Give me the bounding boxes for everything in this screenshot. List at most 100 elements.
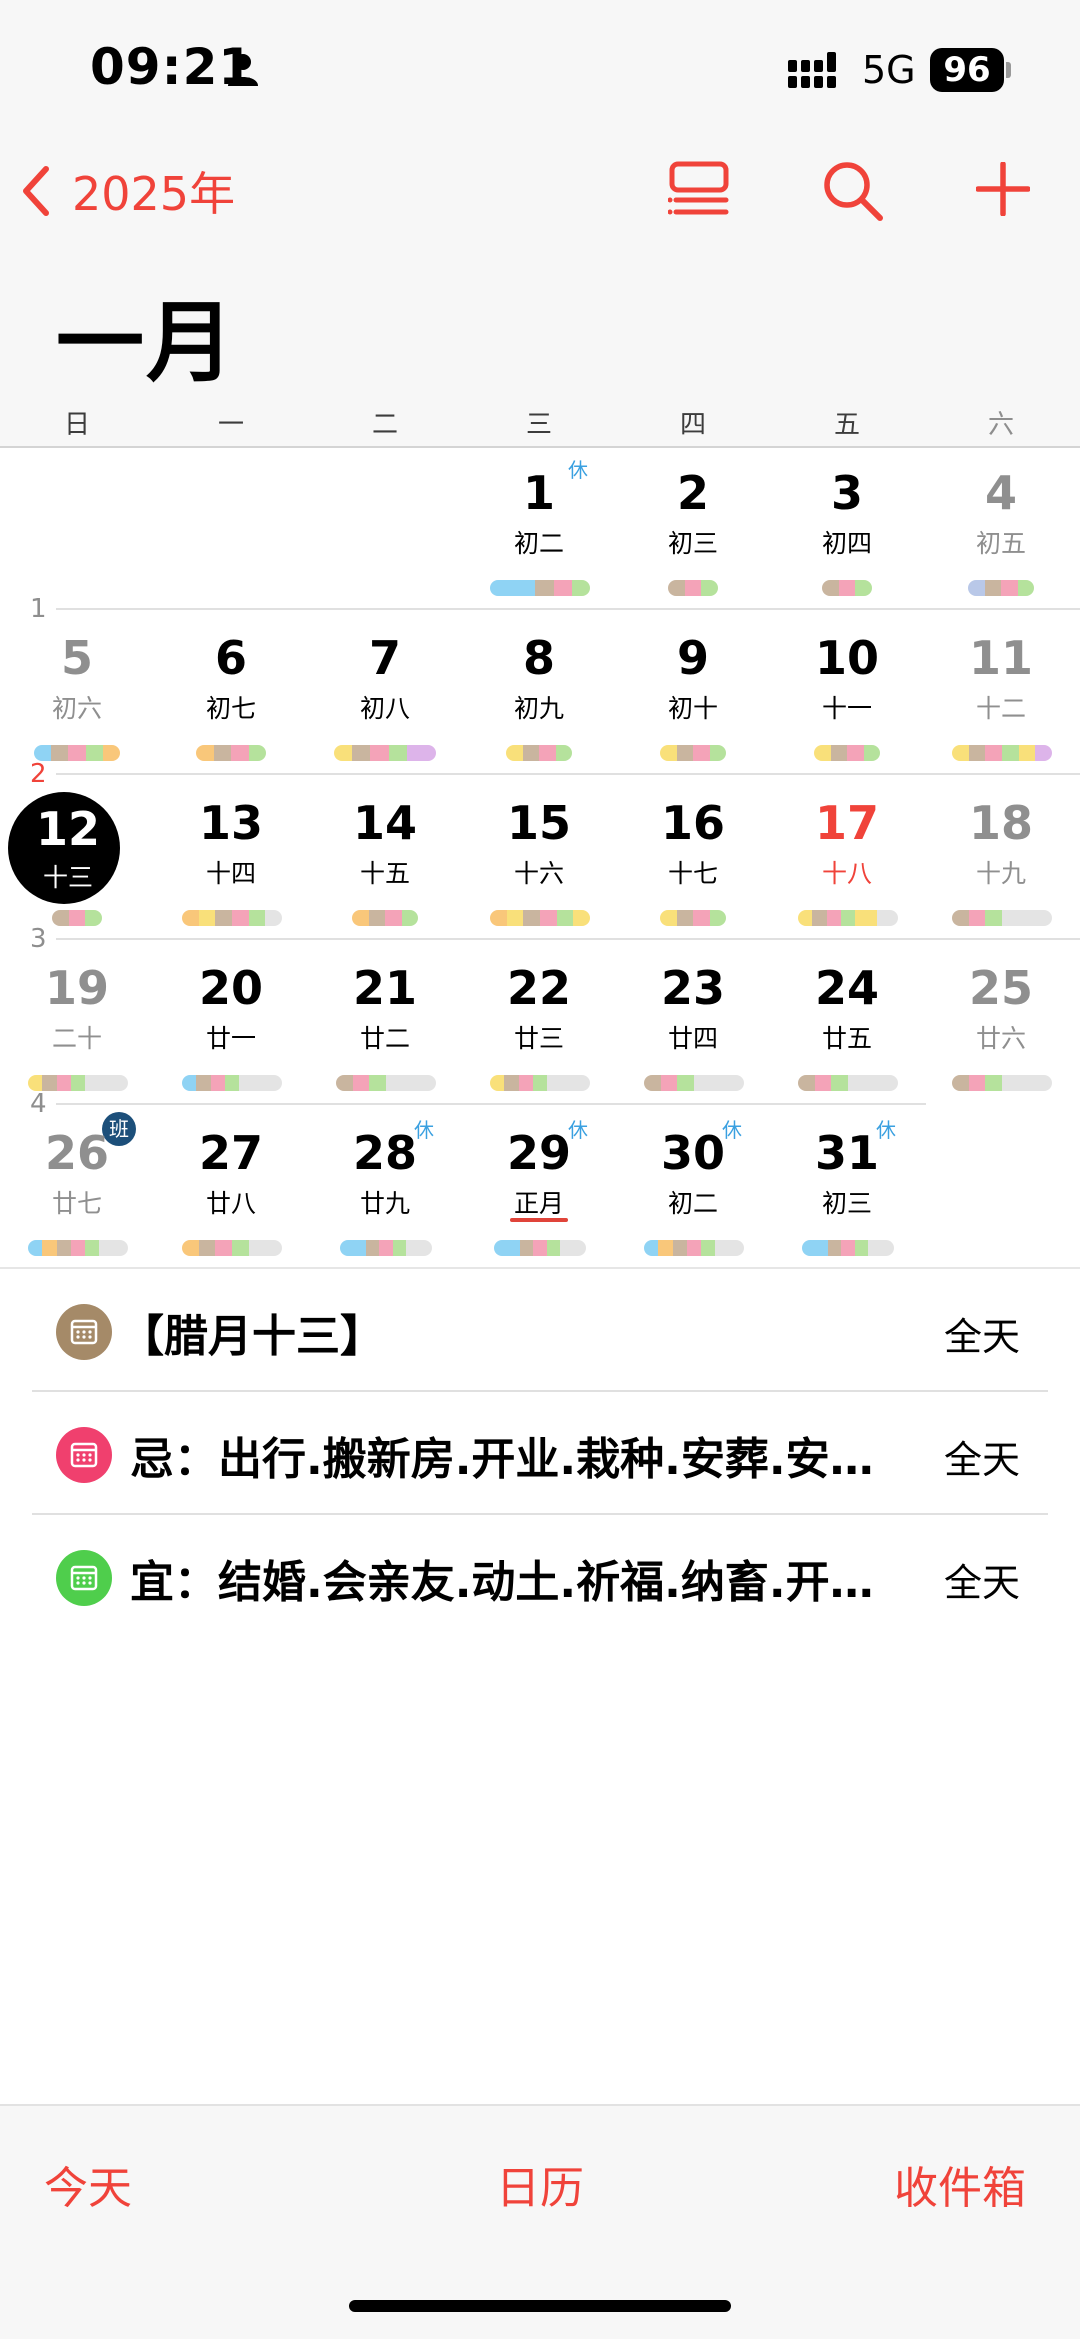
event-bar <box>668 580 718 596</box>
day-cell[interactable]: 14 十五 <box>308 778 462 938</box>
tab-today[interactable]: 今天 <box>44 2152 132 2216</box>
weekday-tue: 二 <box>371 410 398 440</box>
event-bar <box>490 910 590 926</box>
day-cell[interactable]: 24 廿五 <box>770 943 924 1103</box>
weekday-wed: 三 <box>525 410 552 440</box>
day-cell[interactable]: 6 初七 <box>154 613 308 773</box>
lunar-date: 十七 <box>667 859 718 888</box>
day-cell[interactable]: 19 二十 <box>0 943 154 1103</box>
day-cell[interactable]: 13 十四 <box>154 778 308 938</box>
event-bar <box>644 1240 744 1256</box>
day-number: 2 <box>676 466 709 520</box>
day-cell[interactable]: 休 29 正月 <box>462 1108 616 1268</box>
lunar-date: 廿四 <box>667 1024 718 1053</box>
event-bar <box>798 910 898 926</box>
status-bar: 09:21 5G 96 <box>0 0 1080 140</box>
day-cell[interactable]: 8 初九 <box>462 613 616 773</box>
day-number: 16 <box>660 796 725 850</box>
day-cell[interactable]: 休 1 初二 <box>462 448 616 608</box>
tab-inbox[interactable]: 收件箱 <box>894 2152 1026 2216</box>
day-cell[interactable]: 3 初四 <box>770 448 924 608</box>
day-cell[interactable]: 休 30 初二 <box>616 1108 770 1268</box>
lunar-date: 初四 <box>821 529 872 558</box>
day-number: 7 <box>368 631 401 685</box>
week-divider <box>56 773 1080 775</box>
tab-calendars[interactable]: 日历 <box>496 2152 584 2216</box>
day-number: 19 <box>44 961 109 1015</box>
event-bar <box>352 910 418 926</box>
event-time: 全天 <box>943 1561 1020 1605</box>
person-icon <box>228 54 258 86</box>
day-cell[interactable]: 7 初八 <box>308 613 462 773</box>
day-cell[interactable]: 10 十一 <box>770 613 924 773</box>
day-cell[interactable]: 休 31 初三 <box>770 1108 924 1268</box>
event-row[interactable]: 【腊月十三】 全天 <box>0 1268 1080 1390</box>
event-bar <box>34 745 120 761</box>
lunar-date: 二十 <box>51 1024 102 1053</box>
home-indicator[interactable] <box>349 2300 731 2312</box>
event-bar <box>822 580 872 596</box>
day-number: 14 <box>352 796 417 850</box>
day-cell[interactable]: 5 初六 <box>0 613 154 773</box>
weekday-fri: 五 <box>833 410 860 440</box>
event-bar <box>336 1075 436 1091</box>
day-number: 22 <box>506 961 571 1015</box>
event-bar <box>28 1075 128 1091</box>
lunar-date: 廿七 <box>51 1189 102 1218</box>
cellular-signal-icon <box>788 52 836 88</box>
battery-tip <box>1006 62 1011 78</box>
event-bar <box>506 745 572 761</box>
event-bar <box>952 1075 1052 1091</box>
add-event-icon[interactable] <box>976 162 1030 216</box>
day-cell[interactable]: 班 26 廿七 <box>0 1108 154 1268</box>
lunar-date: 十六 <box>513 859 564 888</box>
day-cell[interactable]: 23 廿四 <box>616 943 770 1103</box>
search-icon[interactable] <box>822 160 884 222</box>
day-cell[interactable]: 22 廿三 <box>462 943 616 1103</box>
day-cell[interactable]: 15 十六 <box>462 778 616 938</box>
day-number: 27 <box>198 1126 263 1180</box>
lunar-date: 廿九 <box>359 1189 410 1218</box>
day-number: 11 <box>968 631 1033 685</box>
day-number: 30 <box>660 1126 725 1180</box>
event-time: 全天 <box>943 1315 1020 1359</box>
list-view-icon[interactable] <box>668 160 730 220</box>
week-divider <box>56 1103 926 1105</box>
day-cell[interactable]: 16 十七 <box>616 778 770 938</box>
event-time: 全天 <box>943 1438 1020 1482</box>
calendar-icon <box>56 1304 112 1360</box>
lunar-date: 初十 <box>667 694 718 723</box>
day-cell[interactable]: 休 28 廿九 <box>308 1108 462 1268</box>
event-bar <box>182 1240 282 1256</box>
event-row[interactable]: 忌：出行.搬新房.开业.栽种.安葬.安… 全天 <box>0 1391 1080 1513</box>
lunar-date: 初八 <box>359 694 410 723</box>
day-cell[interactable]: 25 廿六 <box>924 943 1078 1103</box>
event-bar <box>644 1075 744 1091</box>
day-cell[interactable]: 4 初五 <box>924 448 1078 608</box>
lunar-date: 十一 <box>821 694 872 723</box>
day-cell[interactable]: 11 十二 <box>924 613 1078 773</box>
day-cell[interactable]: 21 廿二 <box>308 943 462 1103</box>
day-cell-festival[interactable]: 17 十八 <box>770 778 924 938</box>
event-bar <box>494 1240 586 1256</box>
weekday-mon: 一 <box>217 410 244 440</box>
day-number: 24 <box>814 961 879 1015</box>
day-cell[interactable]: 27 廿八 <box>154 1108 308 1268</box>
day-cell[interactable]: 20 廿一 <box>154 943 308 1103</box>
day-number: 17 <box>814 796 879 850</box>
week-divider <box>56 608 1080 610</box>
event-bar <box>334 745 436 761</box>
event-bar <box>52 910 102 926</box>
lunar-date: 廿一 <box>205 1024 256 1053</box>
day-cell[interactable]: 9 初十 <box>616 613 770 773</box>
day-number: 9 <box>676 631 709 685</box>
day-cell[interactable]: 2 初三 <box>616 448 770 608</box>
event-row[interactable]: 宜：结婚.会亲友.动土.祈福.纳畜.开… 全天 <box>0 1514 1080 1636</box>
day-cell-today[interactable]: 12 十三 <box>0 778 154 938</box>
lunar-date: 廿八 <box>205 1189 256 1218</box>
battery-icon: 96 <box>930 48 1004 92</box>
day-number: 10 <box>814 631 879 685</box>
back-to-year-button[interactable]: 2025年 <box>20 158 235 224</box>
day-cell[interactable]: 18 十九 <box>924 778 1078 938</box>
week-divider <box>56 938 1080 940</box>
